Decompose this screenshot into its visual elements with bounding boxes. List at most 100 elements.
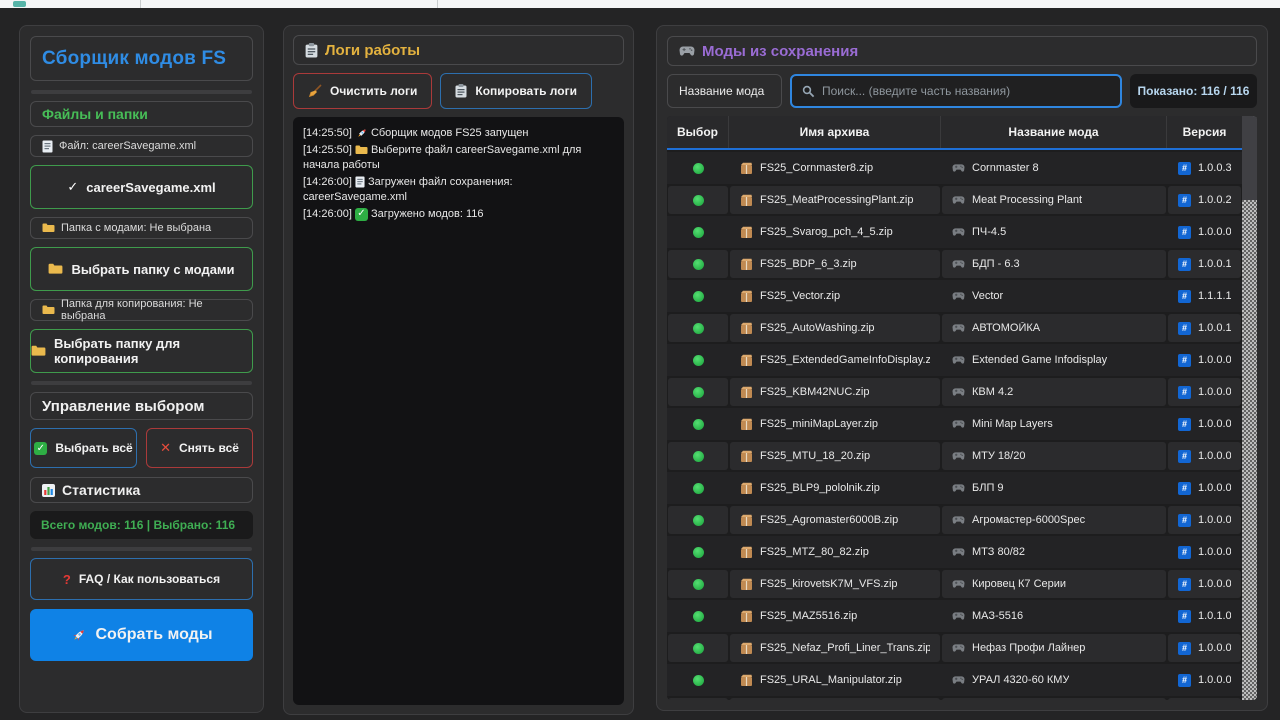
- mod-archive-cell[interactable]: FS25_MTU_18_20.zip: [730, 442, 940, 470]
- mod-archive-cell[interactable]: FS25_MAZ5516.zip: [730, 600, 940, 632]
- table-row[interactable]: FS25_Cornmaster8.zipCornmaster 8#1.0.0.3: [667, 152, 1242, 184]
- mod-archive-cell[interactable]: FS25_KBM42NUC.zip: [730, 378, 940, 406]
- table-row[interactable]: FS25_URAL_Manipulator.zipУРАЛ 4320-60 КМ…: [667, 664, 1242, 696]
- table-row[interactable]: FS25_Nefaz_Profi_Liner_Trans.zipНефаз Пр…: [667, 632, 1242, 664]
- mod-archive-cell[interactable]: FS25_MeatProcessingPlant.zip: [730, 186, 940, 214]
- table-row[interactable]: FS25_BDP_6_3.zipБДП - 6.3#1.0.0.1: [667, 248, 1242, 280]
- mod-version-cell[interactable]: #1.0.0.0: [1168, 216, 1241, 248]
- column-header-archive[interactable]: Имя архива: [729, 116, 941, 148]
- mod-name-cell[interactable]: [942, 698, 1166, 700]
- mod-name-cell[interactable]: Нефаз Профи Лайнер: [942, 634, 1166, 662]
- table-row[interactable]: FS25_Vector.zipVector#1.1.1.1: [667, 280, 1242, 312]
- select-savegame-button[interactable]: ✓ careerSavegame.xml: [30, 165, 253, 209]
- mod-name-cell[interactable]: БДП - 6.3: [942, 250, 1166, 278]
- mod-archive-cell[interactable]: FS25_Vector.zip: [730, 280, 940, 312]
- mod-version-cell[interactable]: #1.1.1.1: [1168, 280, 1241, 312]
- copy-logs-button[interactable]: Копировать логи: [440, 73, 592, 109]
- mod-name-cell[interactable]: Vector: [942, 280, 1166, 312]
- table-row[interactable]: FS25_kirovetsK7M_VFS.zipКировец К7 Серии…: [667, 568, 1242, 600]
- mod-archive-cell[interactable]: FS25_kirovetsK7M_VFS.zip: [730, 570, 940, 598]
- clear-logs-button[interactable]: Очистить логи: [293, 73, 432, 109]
- log-output[interactable]: [14:25:50]Сборщик модов FS25 запущен[14:…: [293, 117, 624, 705]
- mod-archive-cell[interactable]: FS25_BDP_6_3.zip: [730, 250, 940, 278]
- mod-version-cell[interactable]: #1.0.0.0: [1168, 506, 1241, 534]
- mod-name-cell[interactable]: Cornmaster 8: [942, 152, 1166, 184]
- table-row[interactable]: FS25_MTU_18_20.zipМТУ 18/20#1.0.0.0: [667, 440, 1242, 472]
- browser-tab-strip[interactable]: [0, 0, 1280, 8]
- mod-name-cell[interactable]: МАЗ-5516: [942, 600, 1166, 632]
- search-input[interactable]: [822, 84, 1110, 98]
- mod-select-cell[interactable]: [668, 506, 728, 534]
- mod-version-cell[interactable]: #1.0.0.0: [1168, 344, 1241, 376]
- mod-select-cell[interactable]: [668, 472, 728, 504]
- table-row[interactable]: FS25_KBM42NUC.zipКВМ 4.2#1.0.0.0: [667, 376, 1242, 408]
- mod-name-cell[interactable]: МТЗ 80/82: [942, 536, 1166, 568]
- mod-select-cell[interactable]: [668, 152, 728, 184]
- mod-archive-cell[interactable]: FS25_ExtendedGameInfoDisplay.zip: [730, 344, 940, 376]
- mod-name-cell[interactable]: Extended Game Infodisplay: [942, 344, 1166, 376]
- mod-version-cell[interactable]: #1.0.0.0: [1168, 664, 1241, 696]
- mod-version-cell[interactable]: #1.0.0.0: [1168, 442, 1241, 470]
- mod-version-cell[interactable]: #1.0.1.0: [1168, 600, 1241, 632]
- mod-select-cell[interactable]: [668, 536, 728, 568]
- mod-version-cell[interactable]: #1.0.0.1: [1168, 250, 1241, 278]
- mod-select-cell[interactable]: [668, 570, 728, 598]
- table-row[interactable]: FS25_MTZ_80_82.zipМТЗ 80/82#1.0.0.0: [667, 536, 1242, 568]
- mod-archive-cell[interactable]: FS25_Cornmaster8.zip: [730, 152, 940, 184]
- mod-select-cell[interactable]: [668, 442, 728, 470]
- mod-select-cell[interactable]: [668, 314, 728, 342]
- mod-name-cell[interactable]: КВМ 4.2: [942, 378, 1166, 406]
- mod-select-cell[interactable]: [668, 378, 728, 406]
- column-header-name[interactable]: Название мода: [941, 116, 1167, 148]
- mod-select-cell[interactable]: [668, 600, 728, 632]
- mod-select-cell[interactable]: [668, 280, 728, 312]
- mod-version-cell[interactable]: #1.0.0.0: [1168, 472, 1241, 504]
- table-scrollbar[interactable]: [1242, 116, 1257, 700]
- mod-archive-cell[interactable]: FS25_miniMapLayer.zip: [730, 408, 940, 440]
- deselect-all-button[interactable]: ✕ Снять всё: [146, 428, 253, 468]
- mod-name-cell[interactable]: Агромастер-6000Spec: [942, 506, 1166, 534]
- filter-mode-label[interactable]: Название мода: [667, 74, 782, 108]
- table-row[interactable]: FS25_ExtendedGameInfoDisplay.zipExtended…: [667, 344, 1242, 376]
- mod-name-cell[interactable]: БЛП 9: [942, 472, 1166, 504]
- mod-name-cell[interactable]: Кировец К7 Серии: [942, 570, 1166, 598]
- mod-name-cell[interactable]: Meat Processing Plant: [942, 186, 1166, 214]
- mod-version-cell[interactable]: #1.0.0.2: [1168, 186, 1241, 214]
- mod-select-cell[interactable]: [668, 344, 728, 376]
- table-row[interactable]: FS25_BLP9_pololnik.zipБЛП 9#1.0.0.0: [667, 472, 1242, 504]
- select-copy-folder-button[interactable]: Выбрать папку для копирования: [30, 329, 253, 373]
- mod-version-cell[interactable]: [1168, 698, 1241, 700]
- mod-archive-cell[interactable]: FS25_BLP9_pololnik.zip: [730, 472, 940, 504]
- mod-archive-cell[interactable]: FS25_MTZ_80_82.zip: [730, 536, 940, 568]
- build-mods-button[interactable]: Собрать моды: [30, 609, 253, 661]
- table-row[interactable]: FS25_MeatProcessingPlant.zipMeat Process…: [667, 184, 1242, 216]
- mod-version-cell[interactable]: #1.0.0.0: [1168, 408, 1241, 440]
- search-box[interactable]: [790, 74, 1122, 108]
- mod-archive-cell[interactable]: FS25_Nefaz_Profi_Liner_Trans.zip: [730, 634, 940, 662]
- table-row[interactable]: FS25_Agromaster6000B.zipАгромастер-6000S…: [667, 504, 1242, 536]
- column-header-select[interactable]: Выбор: [667, 116, 729, 148]
- mod-select-cell[interactable]: [668, 250, 728, 278]
- table-row[interactable]: FS25_Svarog_pch_4_5.zipПЧ-4.5#1.0.0.0: [667, 216, 1242, 248]
- table-row[interactable]: FS25_miniMapLayer.zipMini Map Layers#1.0…: [667, 408, 1242, 440]
- mod-select-cell[interactable]: [668, 664, 728, 696]
- mod-name-cell[interactable]: Mini Map Layers: [942, 408, 1166, 440]
- column-header-version[interactable]: Версия: [1167, 116, 1242, 148]
- select-all-button[interactable]: ✓ Выбрать всё: [30, 428, 137, 468]
- mod-archive-cell[interactable]: FS25_URAL_Manipulator.zip: [730, 664, 940, 696]
- mod-name-cell[interactable]: МТУ 18/20: [942, 442, 1166, 470]
- mod-version-cell[interactable]: #1.0.0.0: [1168, 634, 1241, 662]
- faq-button[interactable]: ? FAQ / Как пользоваться: [30, 558, 253, 600]
- mod-select-cell[interactable]: [668, 186, 728, 214]
- mod-version-cell[interactable]: #1.0.0.0: [1168, 378, 1241, 406]
- mod-archive-cell[interactable]: FS25_Agromaster6000B.zip: [730, 506, 940, 534]
- mod-name-cell[interactable]: УРАЛ 4320-60 КМУ: [942, 664, 1166, 696]
- mod-select-cell[interactable]: [668, 698, 728, 700]
- mod-name-cell[interactable]: АВТОМОЙКА: [942, 314, 1166, 342]
- mod-version-cell[interactable]: #1.0.0.3: [1168, 152, 1241, 184]
- mod-select-cell[interactable]: [668, 634, 728, 662]
- mod-select-cell[interactable]: [668, 408, 728, 440]
- mod-version-cell[interactable]: #1.0.0.1: [1168, 314, 1241, 342]
- table-row[interactable]: [667, 696, 1242, 700]
- mod-archive-cell[interactable]: FS25_Svarog_pch_4_5.zip: [730, 216, 940, 248]
